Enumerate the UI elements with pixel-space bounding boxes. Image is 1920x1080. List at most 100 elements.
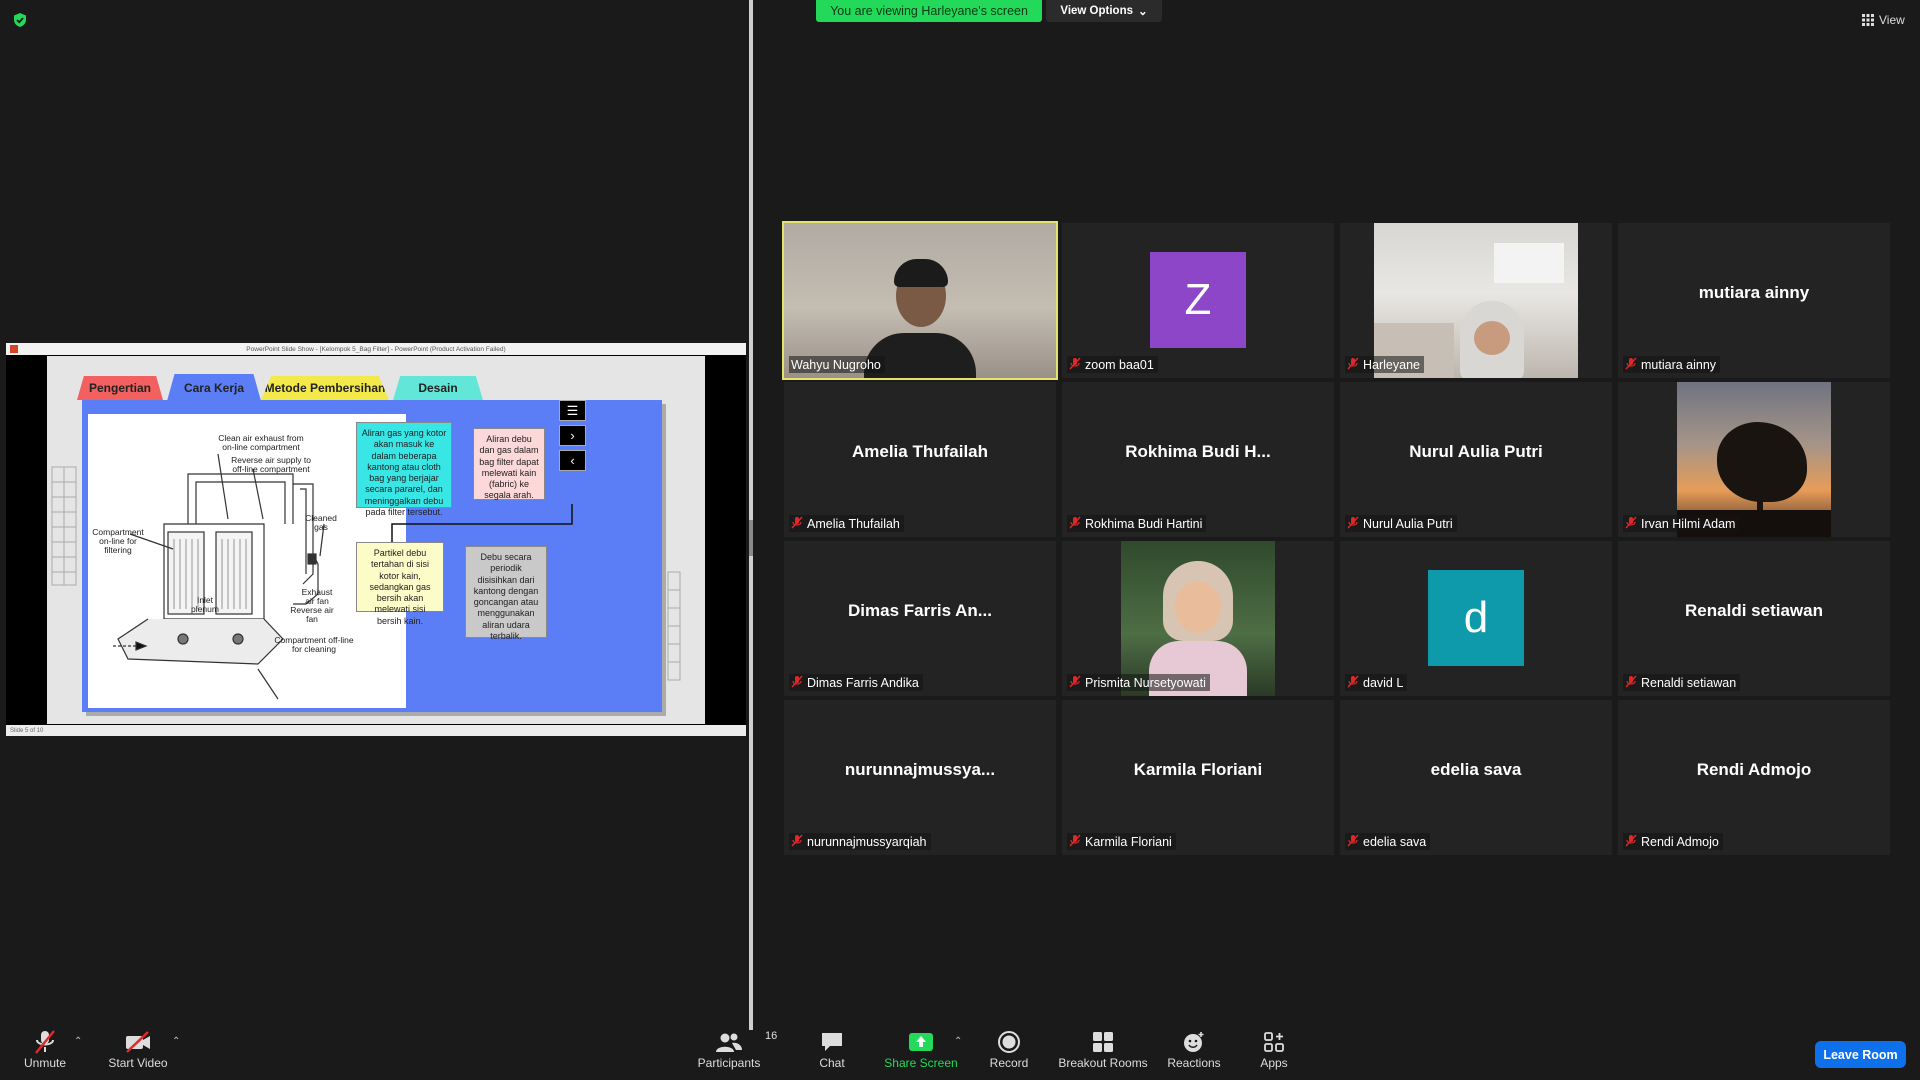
share-options-caret[interactable]: ⌃: [954, 1036, 962, 1047]
participant-tile-dimas[interactable]: Dimas Farris An... Dimas Farris Andika: [784, 541, 1056, 696]
video-feed: [1374, 223, 1578, 378]
leave-room-button[interactable]: Leave Room: [1815, 1041, 1906, 1068]
tab-cara-kerja[interactable]: Cara Kerja: [167, 374, 261, 401]
participant-name: Nurul Aulia Putri: [1363, 516, 1453, 531]
tab-pengertian[interactable]: Pengertian: [77, 376, 163, 400]
label-clean-air: Clean air exhaust from on-line compartme…: [218, 433, 304, 452]
participant-tile-harleyane[interactable]: Harleyane: [1340, 223, 1612, 378]
security-shield-icon[interactable]: [12, 12, 28, 28]
name-label: edelia sava: [1345, 833, 1431, 850]
video-options-caret[interactable]: ⌃: [172, 1036, 180, 1047]
reactions-button[interactable]: Reactions: [1164, 1028, 1224, 1070]
participant-tile-nurunnajmussyarqiah[interactable]: nurunnajmussya... nurunnajmussyarqiah: [784, 700, 1056, 855]
participant-name: Harleyane: [1363, 357, 1420, 372]
breakout-rooms-label: Breakout Rooms: [1058, 1056, 1148, 1070]
participant-display-name: Rendi Admojo: [1696, 760, 1812, 779]
apps-icon: [1264, 1032, 1284, 1052]
audio-options-caret[interactable]: ⌃: [74, 1036, 82, 1047]
name-label: Nurul Aulia Putri: [1345, 515, 1457, 532]
participant-tile-edelia[interactable]: edelia sava edelia sava: [1340, 700, 1612, 855]
tab-metode-pembersihan[interactable]: Metode Pembersihan: [261, 376, 389, 400]
unmute-button[interactable]: Unmute: [22, 1028, 68, 1070]
menu-button[interactable]: ☰: [559, 400, 586, 421]
record-button[interactable]: Record: [986, 1028, 1032, 1070]
participant-tile-rokhima[interactable]: Rokhima Budi H... Rokhima Budi Hartini: [1062, 382, 1334, 537]
video-off-icon: [126, 1031, 150, 1053]
participant-tile-mutiara[interactable]: mutiara ainny mutiara ainny: [1618, 223, 1890, 378]
participant-name: edelia sava: [1363, 834, 1427, 849]
mic-muted-icon: [1069, 516, 1081, 532]
mic-muted-icon: [1625, 834, 1637, 850]
participant-tile-karmila[interactable]: Karmila Floriani Karmila Floriani: [1062, 700, 1334, 855]
mic-muted-icon: [1625, 675, 1637, 691]
name-label: Prismita Nursetyowati: [1067, 674, 1210, 691]
info-box-2: Aliran debu dan gas dalam bag filter dap…: [473, 428, 545, 500]
participant-display-name: nurunnajmussya...: [844, 760, 996, 779]
participant-display-name: edelia sava: [1430, 760, 1522, 779]
label-reverse-fan: Reverse air fan: [290, 605, 334, 624]
record-label: Record: [989, 1056, 1029, 1070]
apps-button[interactable]: Apps: [1256, 1028, 1292, 1070]
profile-photo: [1121, 541, 1275, 696]
view-button[interactable]: View: [1862, 10, 1905, 30]
mic-muted-icon: [1625, 516, 1637, 532]
tab-desain[interactable]: Desain: [393, 376, 483, 400]
participant-name: Irvan Hilmi Adam: [1641, 516, 1736, 531]
split-divider[interactable]: [749, 0, 753, 1030]
mic-muted-icon: [1347, 357, 1359, 373]
mic-muted-icon: [1069, 834, 1081, 850]
reactions-label: Reactions: [1167, 1056, 1221, 1070]
participant-tile-amelia[interactable]: Amelia Thufailah Amelia Thufailah: [784, 382, 1056, 537]
ppt-title-text: PowerPoint Slide Show - [Kelompok 5_Bag …: [246, 345, 506, 353]
name-label: david L: [1345, 674, 1408, 691]
participant-name: Prismita Nursetyowati: [1085, 675, 1206, 690]
participant-tile-rendi[interactable]: Rendi Admojo Rendi Admojo: [1618, 700, 1890, 855]
participant-name: Renaldi setiawan: [1641, 675, 1737, 690]
participant-tile-zoom[interactable]: Zzoom baa01: [1062, 223, 1334, 378]
start-video-label: Start Video: [108, 1056, 168, 1070]
ppt-status-bar: Slide 5 of 10: [6, 725, 746, 736]
mic-muted-icon: [1347, 516, 1359, 532]
prev-slide-button[interactable]: ‹: [559, 450, 586, 471]
next-slide-button[interactable]: ›: [559, 425, 586, 446]
mic-muted-icon: [791, 675, 803, 691]
participants-button[interactable]: 16 Participants: [694, 1028, 778, 1070]
start-video-button[interactable]: Start Video: [106, 1028, 170, 1070]
grid-view-icon: [1862, 14, 1874, 26]
participant-name: mutiara ainny: [1641, 357, 1717, 372]
mic-muted-icon: [35, 1030, 55, 1054]
slide-content-panel: Clean air exhaust from on-line compartme…: [82, 400, 662, 712]
name-label: Amelia Thufailah: [789, 515, 904, 532]
info-box-1: Aliran gas yang kotor akan masuk ke dala…: [356, 422, 452, 517]
chat-label: Chat: [819, 1056, 845, 1070]
name-label: Renaldi setiawan: [1623, 674, 1741, 691]
share-screen-button[interactable]: Share Screen: [884, 1028, 958, 1070]
chevron-down-icon: ⌄: [1138, 6, 1148, 18]
name-label: Irvan Hilmi Adam: [1623, 515, 1740, 532]
participant-tile-david[interactable]: d david L: [1340, 541, 1612, 696]
info-box-3: Partikel debu tertahan di sisi kotor kai…: [356, 542, 444, 626]
participant-display-name: mutiara ainny: [1698, 283, 1810, 302]
view-options-label: View Options: [1060, 5, 1133, 17]
chat-button[interactable]: Chat: [812, 1028, 852, 1070]
participant-display-name: Nurul Aulia Putri: [1409, 442, 1543, 461]
participant-tile-irvan[interactable]: Irvan Hilmi Adam: [1618, 382, 1890, 537]
participants-icon: [716, 1033, 742, 1052]
divider-handle[interactable]: [749, 520, 753, 556]
screen-share-banner: You are viewing Harleyane's screen: [816, 0, 1042, 22]
participant-tile-nurul[interactable]: Nurul Aulia Putri Nurul Aulia Putri: [1340, 382, 1612, 537]
participant-tile-wahyu[interactable]: Wahyu Nugroho: [782, 221, 1058, 380]
slide: Pengertian Cara Kerja Metode Pembersihan…: [47, 356, 705, 724]
label-compartment-offline: Compartment off-line for cleaning: [274, 635, 354, 654]
unmute-label: Unmute: [23, 1056, 67, 1070]
participant-name: nurunnajmussyarqiah: [807, 834, 927, 849]
sunset-photo: [1677, 382, 1831, 537]
name-label: nurunnajmussyarqiah: [789, 833, 931, 850]
label-exhaust-fan: Exhaust air fan: [301, 587, 333, 606]
participant-tile-prismita[interactable]: Prismita Nursetyowati: [1062, 541, 1334, 696]
breakout-rooms-button[interactable]: Breakout Rooms: [1058, 1028, 1148, 1070]
participant-tile-renaldi[interactable]: Renaldi setiawan Renaldi setiawan: [1618, 541, 1890, 696]
name-label: zoom baa01: [1067, 356, 1158, 373]
name-label: Karmila Floriani: [1067, 833, 1176, 850]
view-options-button[interactable]: View Options ⌄: [1046, 0, 1162, 22]
